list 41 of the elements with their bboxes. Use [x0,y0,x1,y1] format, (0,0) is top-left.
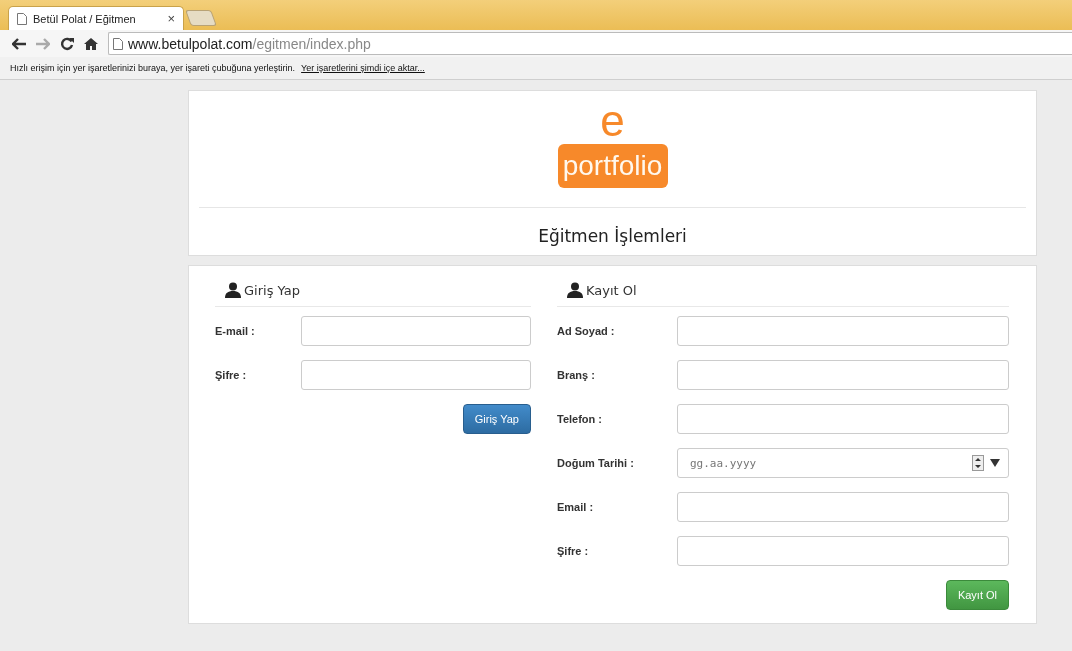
field-label: Şifre : [557,545,590,557]
home-icon[interactable] [84,36,98,51]
url-host: www.betulpolat.com [128,35,253,52]
address-bar[interactable]: www.betulpolat.com/egitmen/index.php [108,32,1072,55]
logo-letter: e [600,99,625,143]
import-bookmarks-link[interactable]: Yer işaretlerini şimdi içe aktar... [301,63,425,73]
user-icon [567,282,583,298]
spinner-icon[interactable] [972,455,984,471]
browser-tab[interactable]: Betül Polat / Eğitmen × [8,6,184,30]
date-picker[interactable]: gg.aa.yyyy [677,448,1009,478]
input-field[interactable] [677,360,1009,390]
page-icon [17,12,27,25]
field-label: Doğum Tarihi : [557,457,635,469]
tab-close-button[interactable]: × [167,11,175,26]
field-label: Telefon : [557,413,603,425]
input-field[interactable] [677,404,1009,434]
tab-title: Betül Polat / Eğitmen [33,12,137,25]
user-icon [225,282,241,298]
back-icon[interactable] [12,37,26,50]
logo-badge: portfolio [557,144,668,188]
input-field[interactable] [301,360,531,390]
field-label: Ad Soyad : [557,325,616,337]
bookmarks-hint: Hızlı erişim için yer işaretlerinizi buraya, yer işareti çubuğuna yerleştirin. [10,63,296,73]
url-path: /egitmen/index.php [252,35,371,52]
section-title: Kayıt Ol [586,282,637,298]
page-icon [113,37,123,50]
section-title: Giriş Yap [244,282,300,298]
page-title: Eğitmen İşlemleri [537,225,688,248]
field-label: E-mail : [215,325,256,337]
input-field[interactable] [677,316,1009,346]
field-label: Branş : [557,369,596,381]
reload-icon[interactable] [60,36,74,51]
forward-icon[interactable] [36,37,50,50]
dropdown-caret-icon[interactable] [990,459,1000,467]
input-field[interactable] [301,316,531,346]
new-tab-button[interactable] [185,10,217,26]
input-field[interactable] [677,492,1009,522]
field-label: Email : [557,501,595,513]
login-button[interactable]: Giriş Yap [462,404,531,434]
field-label: Şifre : [215,369,248,381]
input-field[interactable] [677,536,1009,566]
